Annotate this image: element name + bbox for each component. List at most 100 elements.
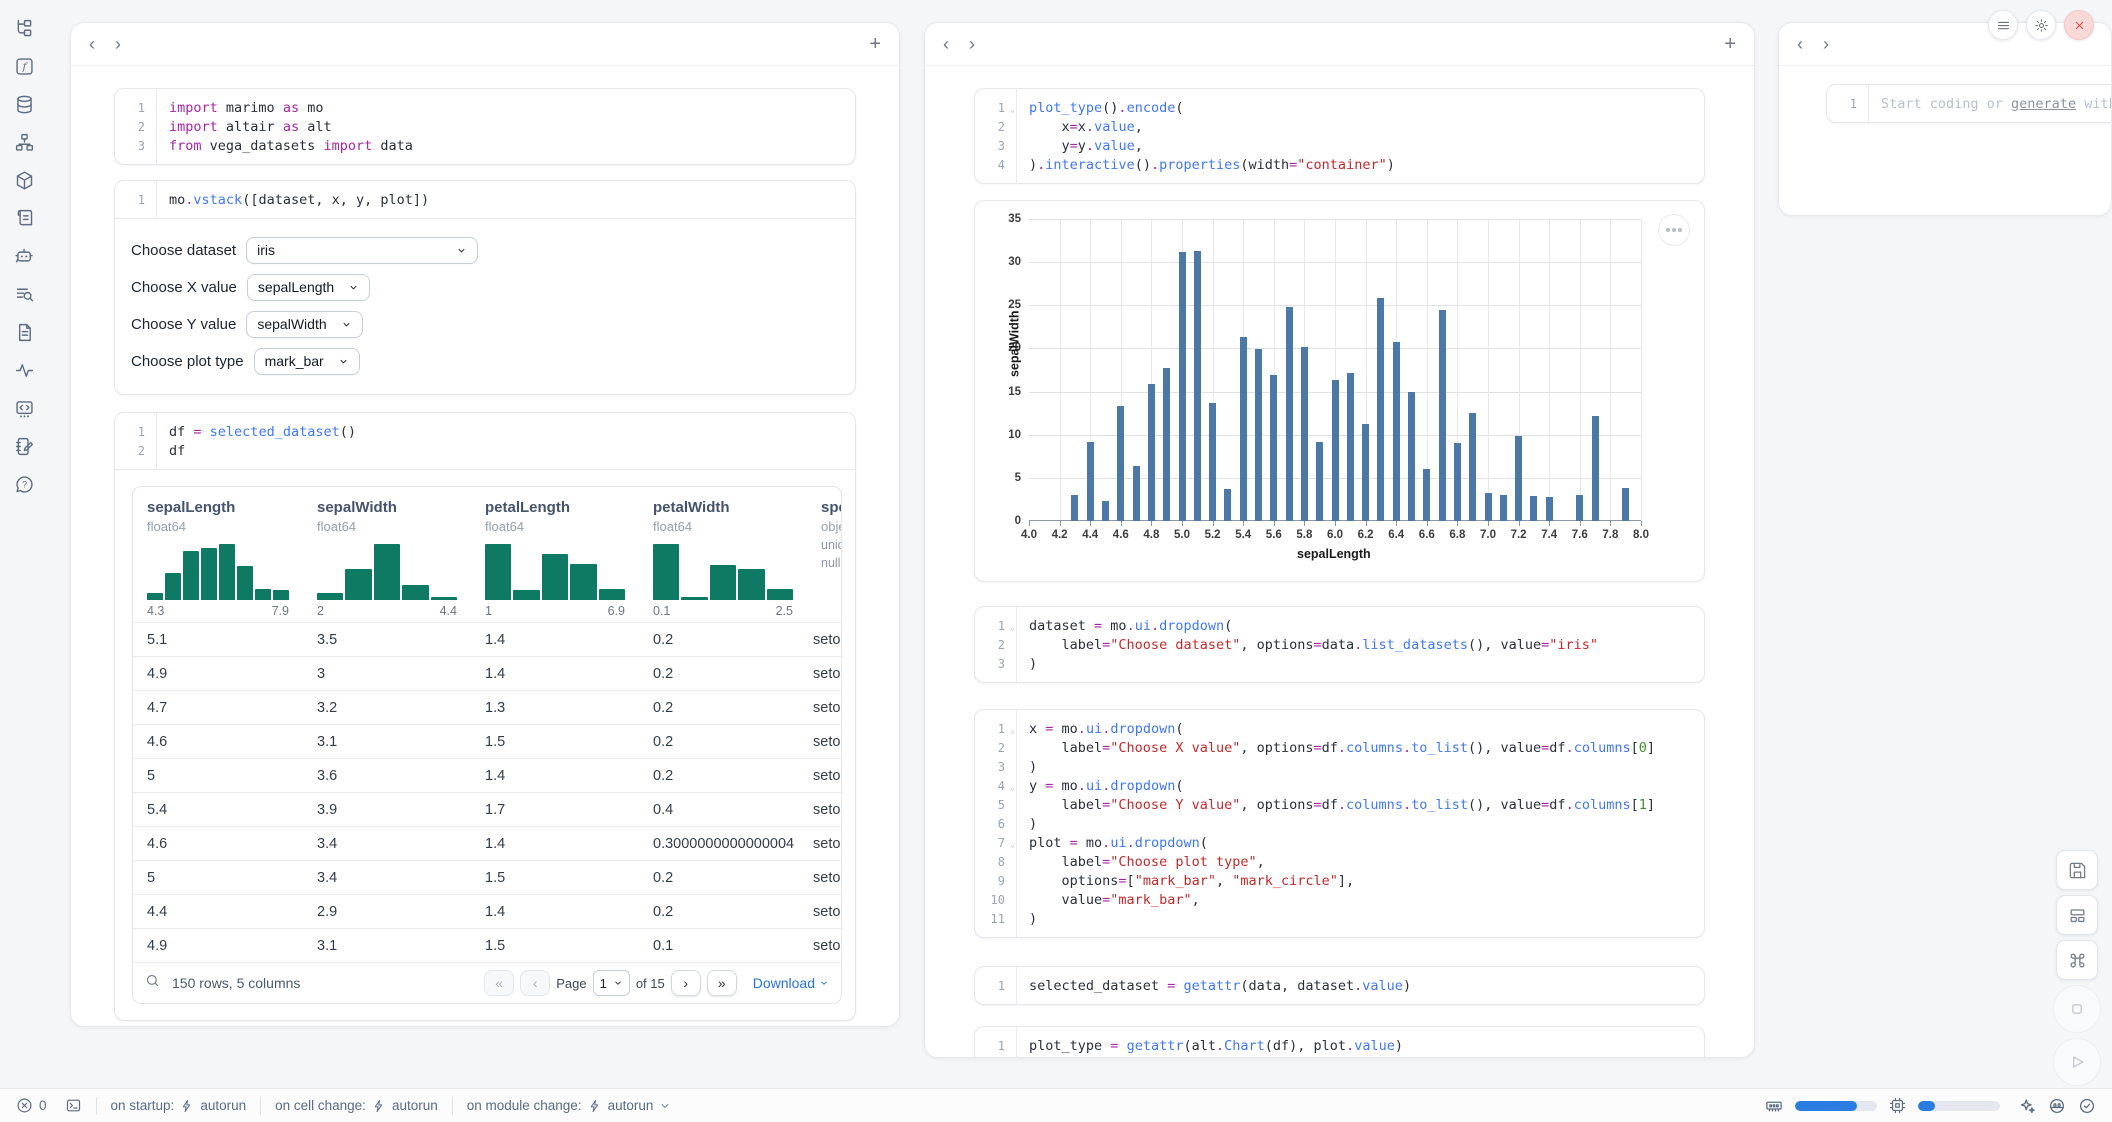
download-link[interactable]: Download — [753, 975, 829, 991]
choose-x-value-select[interactable]: sepalLength — [247, 274, 370, 301]
empty-cell[interactable]: 1 Start coding or generate with AI — [1826, 84, 2112, 123]
fold-toggle[interactable]: ⌄ — [1010, 623, 1015, 632]
choose-y-value-select[interactable]: sepalWidth — [246, 311, 362, 338]
cell-plot-expression[interactable]: 1⌄plot_type().encode(2 x=x.value,3 y=y.v… — [974, 88, 1705, 184]
find-icon[interactable] — [12, 282, 36, 306]
choose-plot-type-select[interactable]: mark_bar — [254, 348, 360, 375]
fold-toggle[interactable]: ⌄ — [1010, 840, 1015, 849]
code-line[interactable]: 5 label="Choose Y value", options=df.col… — [975, 795, 1704, 814]
cell-dataset-dropdown[interactable]: 1⌄dataset = mo.ui.dropdown(2 label="Choo… — [974, 606, 1705, 683]
code-line[interactable]: 1import marimo as mo — [115, 98, 855, 117]
code-editor[interactable]: 1⌄dataset = mo.ui.dropdown(2 label="Choo… — [975, 607, 1704, 682]
package-icon[interactable] — [12, 168, 36, 192]
code-editor[interactable]: 1df = selected_dataset()2df — [115, 413, 855, 469]
code-line[interactable]: 7⌄plot = mo.ui.dropdown( — [975, 833, 1704, 852]
prev-page-button[interactable]: ‹ — [520, 970, 550, 996]
code-line[interactable]: 2import altair as alt — [115, 117, 855, 136]
column-header-petalWidth[interactable]: petalWidthfloat640.12.5 — [639, 499, 807, 622]
column-header-sepalLength[interactable]: sepalLengthfloat644.37.9 — [133, 499, 303, 622]
next-page-button[interactable]: › — [671, 970, 701, 996]
cell-plot-type[interactable]: 1plot_type = getattr(alt.Chart(df), plot… — [974, 1026, 1705, 1058]
run-button[interactable] — [2053, 1038, 2101, 1086]
code-line[interactable]: 11) — [975, 909, 1704, 928]
code-editor[interactable]: 1⌄plot_type().encode(2 x=x.value,3 y=y.v… — [975, 89, 1704, 183]
on-module-change-setting[interactable]: on module change: autorun — [467, 1098, 672, 1113]
code-line[interactable]: 9 options=["mark_bar", "mark_circle"], — [975, 871, 1704, 890]
code-line[interactable]: 10 value="mark_bar", — [975, 890, 1704, 909]
choose-dataset-select[interactable]: iris — [246, 237, 478, 264]
code-line[interactable]: 1plot_type = getattr(alt.Chart(df), plot… — [975, 1036, 1704, 1055]
errors-indicator[interactable]: 0 — [16, 1097, 47, 1114]
help-icon[interactable]: ? — [12, 472, 36, 496]
column-next-button[interactable]: › — [1823, 35, 1849, 53]
column-prev-button[interactable]: ‹ — [943, 35, 969, 53]
code-line[interactable]: 1df = selected_dataset() — [115, 422, 855, 441]
logs-icon[interactable] — [12, 206, 36, 230]
copilot-icon[interactable] — [2048, 1097, 2066, 1115]
code-editor[interactable]: 1plot_type = getattr(alt.Chart(df), plot… — [975, 1027, 1704, 1058]
connection-status-icon[interactable] — [2078, 1097, 2096, 1115]
code-line[interactable]: 6) — [975, 814, 1704, 833]
column-next-button[interactable]: › — [115, 35, 141, 53]
code-line[interactable]: 2df — [115, 441, 855, 460]
page-select[interactable]: 1 — [593, 970, 630, 996]
code-editor[interactable]: 1import marimo as mo2import altair as al… — [115, 89, 855, 164]
cell-imports[interactable]: 1import marimo as mo2import altair as al… — [114, 88, 856, 165]
ai-chat-icon[interactable] — [12, 244, 36, 268]
cell-vstack[interactable]: 1mo.vstack([dataset, x, y, plot]) Choose… — [114, 180, 856, 395]
cell-dataframe[interactable]: 1df = selected_dataset()2df sepalLengthf… — [114, 412, 856, 1021]
code-editor[interactable]: 1mo.vstack([dataset, x, y, plot]) — [115, 181, 855, 218]
code-line[interactable]: 1⌄plot_type().encode( — [975, 98, 1704, 117]
code-line[interactable]: 3from vega_datasets import data — [115, 136, 855, 155]
code-line[interactable]: 4).interactive().properties(width="conta… — [975, 155, 1704, 174]
code-line[interactable]: 3 y=y.value, — [975, 136, 1704, 155]
menu-button[interactable] — [1988, 10, 2018, 40]
add-cell-button[interactable]: + — [1724, 33, 1736, 56]
on-cell-change-setting[interactable]: on cell change: autorun — [275, 1098, 438, 1113]
file-tree-icon[interactable] — [12, 16, 36, 40]
dependency-graph-icon[interactable] — [12, 130, 36, 154]
functions-icon[interactable]: f — [12, 54, 36, 78]
code-line[interactable]: 1selected_dataset = getattr(data, datase… — [975, 976, 1704, 995]
chart-menu-button[interactable] — [1658, 214, 1690, 246]
last-page-button[interactable]: » — [707, 970, 737, 996]
terminal-button[interactable] — [65, 1097, 82, 1114]
code-line[interactable]: 3) — [975, 654, 1704, 673]
column-header-species[interactable]: speciesobjectunique:nulls: — [807, 499, 842, 622]
code-line[interactable]: 8 label="Choose plot type", — [975, 852, 1704, 871]
cell-selected-dataset[interactable]: 1selected_dataset = getattr(data, datase… — [974, 966, 1705, 1005]
fold-toggle[interactable]: ⌄ — [1010, 783, 1015, 792]
code-line[interactable]: 3) — [975, 757, 1704, 776]
fold-toggle[interactable]: ⌄ — [1010, 726, 1015, 735]
on-startup-setting[interactable]: on startup: autorun — [111, 1098, 247, 1113]
generate-ai-link[interactable]: generate — [2011, 96, 2076, 112]
scratchpad-icon[interactable] — [12, 434, 36, 458]
layout-toggle-button[interactable] — [2056, 895, 2098, 935]
add-cell-button[interactable]: + — [869, 33, 881, 56]
tracing-icon[interactable] — [12, 358, 36, 382]
table-search-icon[interactable] — [145, 973, 160, 993]
code-editor[interactable]: 1selected_dataset = getattr(data, datase… — [975, 967, 1704, 1004]
code-editor[interactable]: 1⌄x = mo.ui.dropdown(2 label="Choose X v… — [975, 710, 1704, 937]
settings-button[interactable] — [2026, 10, 2056, 40]
column-header-sepalWidth[interactable]: sepalWidthfloat6424.4 — [303, 499, 471, 622]
code-line[interactable]: 1mo.vstack([dataset, x, y, plot]) — [115, 190, 855, 209]
column-prev-button[interactable]: ‹ — [1797, 35, 1823, 53]
snippets-icon[interactable] — [12, 396, 36, 420]
column-prev-button[interactable]: ‹ — [89, 35, 115, 53]
ai-sparkles-icon[interactable] — [2018, 1097, 2036, 1115]
stop-button[interactable] — [2053, 985, 2101, 1033]
fold-toggle[interactable]: ⌄ — [1010, 105, 1015, 114]
code-line[interactable]: 4⌄y = mo.ui.dropdown( — [975, 776, 1704, 795]
documentation-icon[interactable] — [12, 320, 36, 344]
code-line[interactable]: 1⌄x = mo.ui.dropdown( — [975, 719, 1704, 738]
save-button[interactable] — [2056, 850, 2098, 890]
code-line[interactable]: 2 x=x.value, — [975, 117, 1704, 136]
column-next-button[interactable]: › — [969, 35, 995, 53]
column-header-petalLength[interactable]: petalLengthfloat6416.9 — [471, 499, 639, 622]
cell-xy-plot-dropdowns[interactable]: 1⌄x = mo.ui.dropdown(2 label="Choose X v… — [974, 709, 1705, 938]
code-line[interactable]: 2 label="Choose X value", options=df.col… — [975, 738, 1704, 757]
shutdown-button[interactable] — [2064, 10, 2094, 40]
code-line[interactable]: 1⌄dataset = mo.ui.dropdown( — [975, 616, 1704, 635]
cell-placeholder[interactable]: Start coding or generate with AI — [1868, 96, 2112, 112]
